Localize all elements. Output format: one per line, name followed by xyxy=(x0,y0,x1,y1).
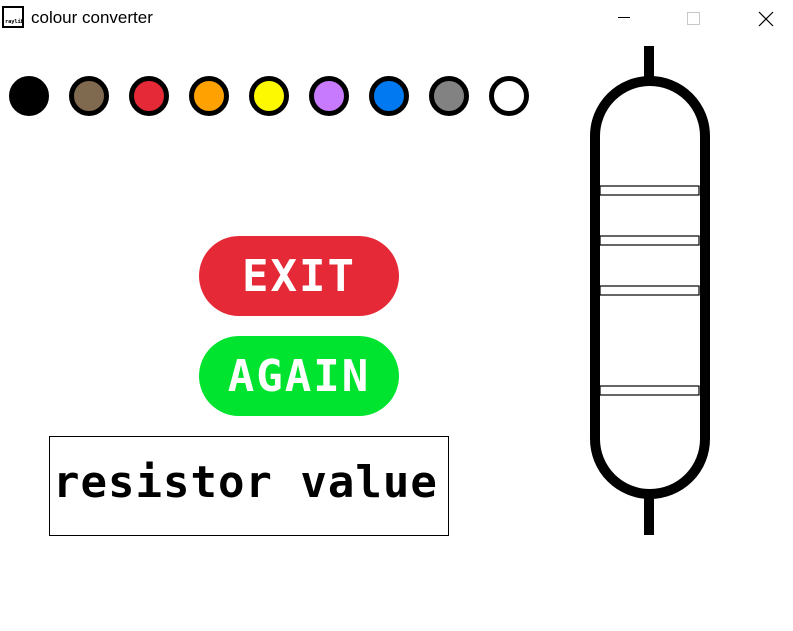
title-bar[interactable]: raylib colour converter xyxy=(0,0,793,36)
window-title: colour converter xyxy=(31,8,153,27)
again-button[interactable]: AGAIN xyxy=(199,336,399,416)
exit-button[interactable]: EXIT xyxy=(199,236,399,316)
swatch-brown[interactable] xyxy=(69,76,109,116)
raylib-app-icon: raylib xyxy=(2,6,24,28)
swatch-red[interactable] xyxy=(129,76,169,116)
close-button[interactable] xyxy=(742,0,788,36)
minimize-icon xyxy=(618,17,630,18)
swatch-violet[interactable] xyxy=(309,76,349,116)
swatch-gray[interactable] xyxy=(429,76,469,116)
close-icon xyxy=(758,11,774,27)
resistor-diagram xyxy=(590,46,710,535)
app-icon-label: raylib xyxy=(5,19,24,25)
resistor-band-1[interactable] xyxy=(599,185,700,196)
swatch-blue[interactable] xyxy=(369,76,409,116)
swatch-white[interactable] xyxy=(489,76,529,116)
minimize-button[interactable] xyxy=(601,0,647,36)
resistor-band-4[interactable] xyxy=(599,385,700,396)
maximize-button[interactable] xyxy=(670,0,716,36)
resistor-band-3[interactable] xyxy=(599,285,700,296)
swatch-black[interactable] xyxy=(9,76,49,116)
resistor-value-box: resistor value xyxy=(49,436,449,536)
exit-button-label: EXIT xyxy=(242,250,356,302)
resistor-band-2[interactable] xyxy=(599,235,700,246)
maximize-icon xyxy=(687,12,700,25)
swatch-yellow[interactable] xyxy=(249,76,289,116)
resistor-value-text: resistor value xyxy=(53,457,438,508)
again-button-label: AGAIN xyxy=(227,350,371,402)
swatch-orange[interactable] xyxy=(189,76,229,116)
app-window: raylib colour converter EXIT AGAIN resis… xyxy=(0,0,793,631)
